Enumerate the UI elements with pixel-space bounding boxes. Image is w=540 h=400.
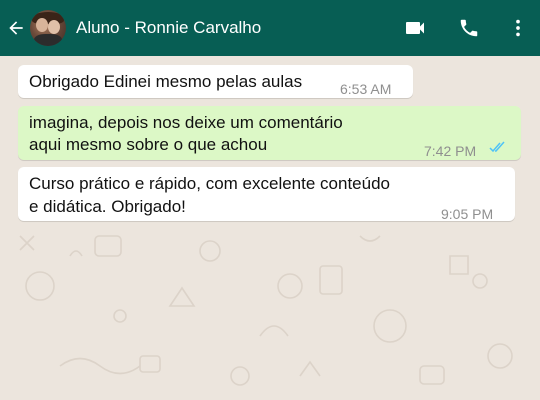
video-call-icon xyxy=(406,22,424,34)
back-button[interactable] xyxy=(2,0,30,56)
message-time: 7:42 PM xyxy=(424,143,477,159)
message-text-line-2: e didática. Obrigado! xyxy=(29,197,186,216)
back-arrow-icon xyxy=(9,21,23,35)
read-double-check-icon xyxy=(489,141,505,153)
phone-icon xyxy=(460,19,478,37)
menu-button[interactable] xyxy=(496,0,540,56)
message-time: 9:05 PM xyxy=(441,206,494,222)
message-text-line-1: imagina, depois nos deixe um comentário xyxy=(29,113,343,132)
message-text-line-2: aqui mesmo sobre o que achou xyxy=(29,135,268,154)
chat-header: Aluno - Ronnie Carvalho xyxy=(0,0,540,56)
message-bubble-incoming[interactable]: Obrigado Edinei mesmo pelas aulas 6:53 A… xyxy=(18,65,413,98)
message-text: Obrigado Edinei mesmo pelas aulas xyxy=(29,72,303,91)
message-bubble-outgoing[interactable]: imagina, depois nos deixe um comentário … xyxy=(18,106,521,160)
contact-name[interactable]: Aluno - Ronnie Carvalho xyxy=(76,18,388,38)
message-bubble-incoming[interactable]: Curso prático e rápido, com excelente co… xyxy=(18,167,515,222)
video-call-button[interactable] xyxy=(388,0,442,56)
voice-call-button[interactable] xyxy=(442,0,496,56)
contact-avatar[interactable] xyxy=(30,10,66,46)
more-vert-icon xyxy=(516,19,520,37)
message-text-line-1: Curso prático e rápido, com excelente co… xyxy=(29,174,390,193)
message-time: 6:53 AM xyxy=(340,81,392,97)
